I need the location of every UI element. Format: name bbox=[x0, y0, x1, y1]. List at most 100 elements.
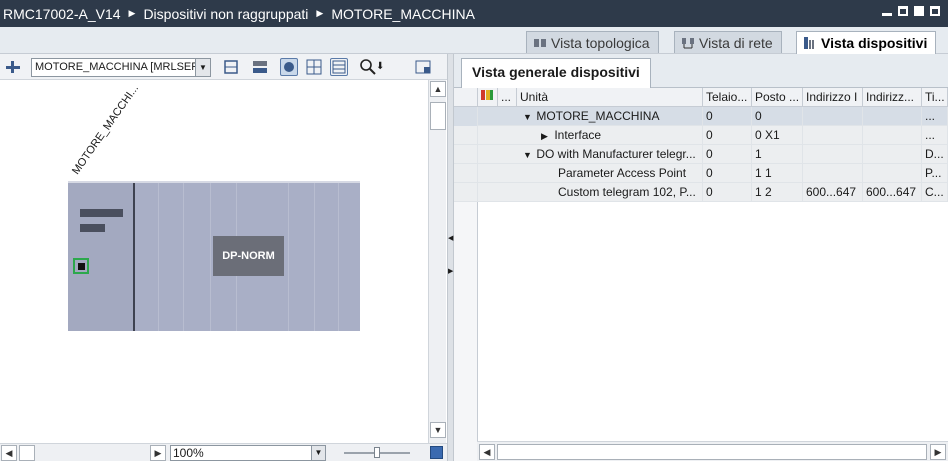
overview-tab-strip: Vista generale dispositivi bbox=[454, 54, 948, 88]
filter-icon[interactable] bbox=[478, 88, 498, 107]
output-address-cell bbox=[863, 107, 922, 126]
scroll-up-icon[interactable]: ▲ bbox=[430, 81, 446, 97]
device-select[interactable]: MOTORE_MACCHINA [MRLSERV ▼ bbox=[31, 58, 211, 77]
restore-icon[interactable] bbox=[898, 6, 908, 16]
row-gutter bbox=[454, 126, 478, 145]
input-address-cell bbox=[803, 107, 863, 126]
pane-splitter[interactable]: ◀ ▶ bbox=[447, 54, 454, 461]
panel-icon[interactable] bbox=[414, 58, 432, 76]
show-modules-icon[interactable] bbox=[280, 58, 298, 76]
output-address-cell bbox=[863, 145, 922, 164]
tab-topology-view[interactable]: Vista topologica bbox=[526, 31, 659, 53]
download-icon[interactable]: ⬇ bbox=[376, 58, 394, 76]
rack-cell: 0 bbox=[703, 164, 752, 183]
slot-cell: 0 X1 bbox=[752, 126, 803, 145]
device-view-toolbar: MOTORE_MACCHINA [MRLSERV ▼ ⬇ bbox=[0, 54, 447, 80]
scrollbar-thumb[interactable] bbox=[430, 102, 446, 130]
rack-cell: 0 bbox=[703, 107, 752, 126]
column-header[interactable]: Indirizzo I bbox=[803, 88, 863, 107]
expand-icon[interactable]: ▼ bbox=[523, 146, 533, 164]
column-header[interactable]: Ti... bbox=[922, 88, 948, 107]
rack-layout-icon[interactable] bbox=[222, 58, 240, 76]
breadcrumb-device[interactable]: MOTORE_MACCHINA bbox=[331, 6, 475, 22]
column-header[interactable]: Indirizz... bbox=[863, 88, 922, 107]
table-row[interactable]: ▼ DO with Manufacturer telegr... 0 1 D..… bbox=[454, 145, 948, 164]
row-gutter bbox=[454, 107, 478, 126]
column-header[interactable]: Unità bbox=[517, 88, 703, 107]
minimize-icon[interactable] bbox=[882, 6, 892, 16]
grid-icon[interactable] bbox=[305, 58, 323, 76]
zoom-icon[interactable] bbox=[359, 58, 377, 76]
show-names-icon[interactable] bbox=[251, 58, 269, 76]
column-header[interactable]: ... bbox=[498, 88, 517, 107]
unit-name: DO with Manufacturer telegr... bbox=[536, 147, 696, 161]
input-address-cell: 600...647 bbox=[803, 183, 863, 202]
rack-cell: 0 bbox=[703, 183, 752, 202]
column-header[interactable]: Posto ... bbox=[752, 88, 803, 107]
tab-device-view[interactable]: Vista dispositivi bbox=[796, 31, 937, 54]
input-address-cell bbox=[803, 145, 863, 164]
row-gutter bbox=[454, 145, 478, 164]
horizontal-scroll-thumb[interactable] bbox=[19, 445, 35, 461]
tab-network-view[interactable]: Vista di rete bbox=[674, 31, 782, 53]
table-gutter bbox=[454, 202, 478, 461]
unit-name: Interface bbox=[554, 128, 602, 142]
header-gutter bbox=[454, 88, 478, 107]
scroll-right-icon[interactable]: ▶ bbox=[150, 445, 166, 461]
device-icon bbox=[803, 36, 817, 50]
collapse-left-icon[interactable]: ◀ bbox=[448, 234, 453, 242]
zoom-slider[interactable] bbox=[344, 447, 410, 458]
slot-cell: 1 2 bbox=[752, 183, 803, 202]
collapse-right-icon[interactable]: ▶ bbox=[448, 267, 453, 275]
scroll-down-icon[interactable]: ▼ bbox=[430, 422, 446, 438]
table-row[interactable]: ▶ Interface 0 0 X1 ... bbox=[454, 126, 948, 145]
column-header[interactable]: Telaio... bbox=[703, 88, 752, 107]
title-bar: RMC17002-A_V14 ▶ Dispositivi non raggrup… bbox=[0, 0, 948, 27]
row-gutter bbox=[454, 183, 478, 202]
type-cell: C... bbox=[922, 183, 948, 202]
overview-icon[interactable] bbox=[430, 446, 443, 459]
tab-device-overview[interactable]: Vista generale dispositivi bbox=[461, 58, 651, 88]
chevron-down-icon[interactable]: ▼ bbox=[195, 59, 210, 76]
float-icon[interactable] bbox=[914, 6, 924, 16]
type-cell: P... bbox=[922, 164, 948, 183]
zoom-slider-thumb[interactable] bbox=[374, 447, 380, 458]
device-name-label: MOTORE_MACCHI... bbox=[70, 82, 142, 177]
unit-cell: Parameter Access Point bbox=[517, 164, 703, 183]
slot-cell: 0 bbox=[752, 107, 803, 126]
maximize-icon[interactable] bbox=[930, 6, 940, 16]
breadcrumb-separator-icon: ▶ bbox=[128, 8, 136, 18]
expand-icon[interactable]: ▶ bbox=[541, 127, 551, 145]
unit-cell: Custom telegram 102, P... bbox=[517, 183, 703, 202]
row-gutter bbox=[454, 164, 478, 183]
scroll-right-icon[interactable]: ▶ bbox=[930, 444, 946, 460]
table-header: ... Unità Telaio... Posto ... Indirizzo … bbox=[454, 88, 948, 107]
table-row[interactable]: Parameter Access Point 0 1 1 P... bbox=[454, 164, 948, 183]
breadcrumb-separator-icon: ▶ bbox=[316, 8, 324, 18]
unit-cell: ▼ DO with Manufacturer telegr... bbox=[517, 145, 703, 164]
slot-divider bbox=[338, 183, 339, 331]
tab-label: Vista di rete bbox=[699, 34, 773, 51]
table-icon[interactable] bbox=[330, 58, 348, 76]
scrollbar-thumb[interactable] bbox=[497, 444, 927, 460]
device-canvas[interactable]: MOTORE_MACCHI... DP-NORM bbox=[0, 80, 428, 443]
breadcrumb-project[interactable]: RMC17002-A_V14 bbox=[3, 6, 121, 22]
slot-divider bbox=[210, 183, 211, 331]
dp-norm-module[interactable]: DP-NORM bbox=[213, 236, 284, 276]
table-row[interactable]: Custom telegram 102, P... 0 1 2 600...64… bbox=[454, 183, 948, 202]
scroll-left-icon[interactable]: ◀ bbox=[1, 445, 17, 461]
chevron-down-icon[interactable]: ▼ bbox=[311, 446, 325, 460]
table-horizontal-scrollbar[interactable]: ◀ ▶ bbox=[477, 441, 948, 461]
breadcrumb-group[interactable]: Dispositivi non raggruppati bbox=[143, 6, 308, 22]
table-row[interactable]: ▼ MOTORE_MACCHINA 0 0 ... bbox=[454, 107, 948, 126]
expand-icon[interactable]: ▼ bbox=[523, 108, 533, 126]
unit-name: MOTORE_MACCHINA bbox=[536, 109, 660, 123]
input-address-cell bbox=[803, 126, 863, 145]
zoom-select[interactable]: 100% ▼ bbox=[170, 445, 326, 461]
head-module[interactable] bbox=[68, 183, 135, 331]
port-icon[interactable] bbox=[73, 258, 89, 274]
vertical-scrollbar[interactable]: ▲ ▼ bbox=[428, 80, 446, 443]
device-tree-icon[interactable] bbox=[4, 58, 22, 76]
scroll-left-icon[interactable]: ◀ bbox=[479, 444, 495, 460]
unit-cell: ▼ MOTORE_MACCHINA bbox=[517, 107, 703, 126]
